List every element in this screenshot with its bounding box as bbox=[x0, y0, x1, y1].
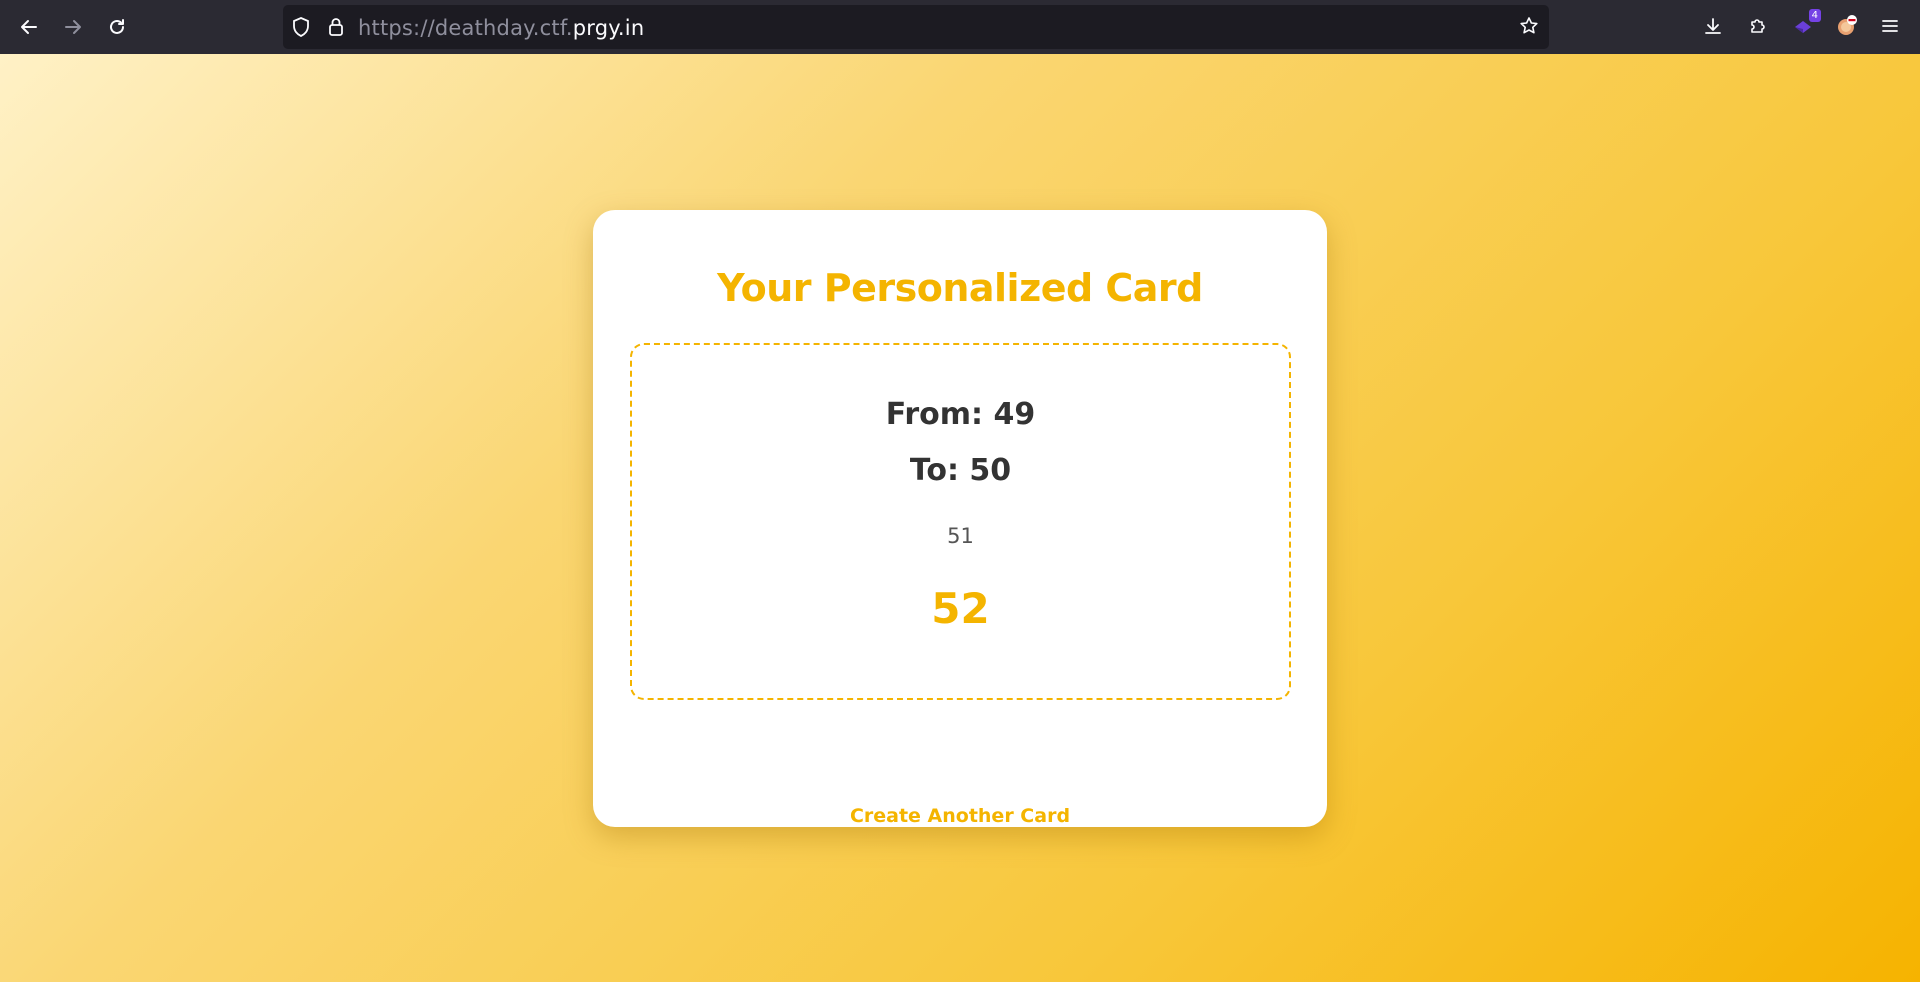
card-content-box: From: 49 To: 50 51 52 bbox=[630, 343, 1291, 700]
create-another-card-link[interactable]: Create Another Card bbox=[850, 805, 1070, 827]
profile-avatar-icon[interactable] bbox=[1833, 12, 1861, 40]
reload-icon[interactable] bbox=[99, 9, 135, 45]
url-host: prgy.in bbox=[572, 16, 645, 40]
back-arrow-icon[interactable] bbox=[11, 9, 47, 45]
from-text: From: 49 bbox=[885, 397, 1036, 432]
card-highlight-number: 52 bbox=[931, 584, 990, 633]
download-icon[interactable] bbox=[1699, 12, 1727, 40]
extension-icon[interactable]: 4 bbox=[1789, 9, 1821, 40]
browser-toolbar: https://deathday.ctf.prgy.in 4 bbox=[0, 0, 1920, 54]
card-title: Your Personalized Card bbox=[717, 266, 1203, 310]
lock-icon[interactable] bbox=[326, 17, 346, 37]
url-prefix: https://deathday.ctf. bbox=[358, 16, 573, 40]
extension-badge: 4 bbox=[1808, 9, 1821, 22]
star-icon[interactable] bbox=[1519, 16, 1539, 40]
create-another-card-wrapper: Create Another Card bbox=[593, 805, 1327, 827]
url-bar[interactable]: https://deathday.ctf.prgy.in bbox=[283, 5, 1549, 49]
forward-arrow-icon[interactable] bbox=[55, 9, 91, 45]
page-background: Your Personalized Card From: 49 To: 50 5… bbox=[0, 54, 1920, 982]
personalized-card: Your Personalized Card From: 49 To: 50 5… bbox=[593, 210, 1327, 827]
puzzle-icon[interactable] bbox=[1744, 12, 1772, 40]
card-message: 51 bbox=[947, 524, 974, 548]
url-text[interactable]: https://deathday.ctf.prgy.in bbox=[358, 16, 644, 40]
hamburger-menu-icon[interactable] bbox=[1876, 12, 1904, 40]
to-text: To: 50 bbox=[909, 453, 1012, 488]
shield-icon[interactable] bbox=[291, 17, 311, 37]
